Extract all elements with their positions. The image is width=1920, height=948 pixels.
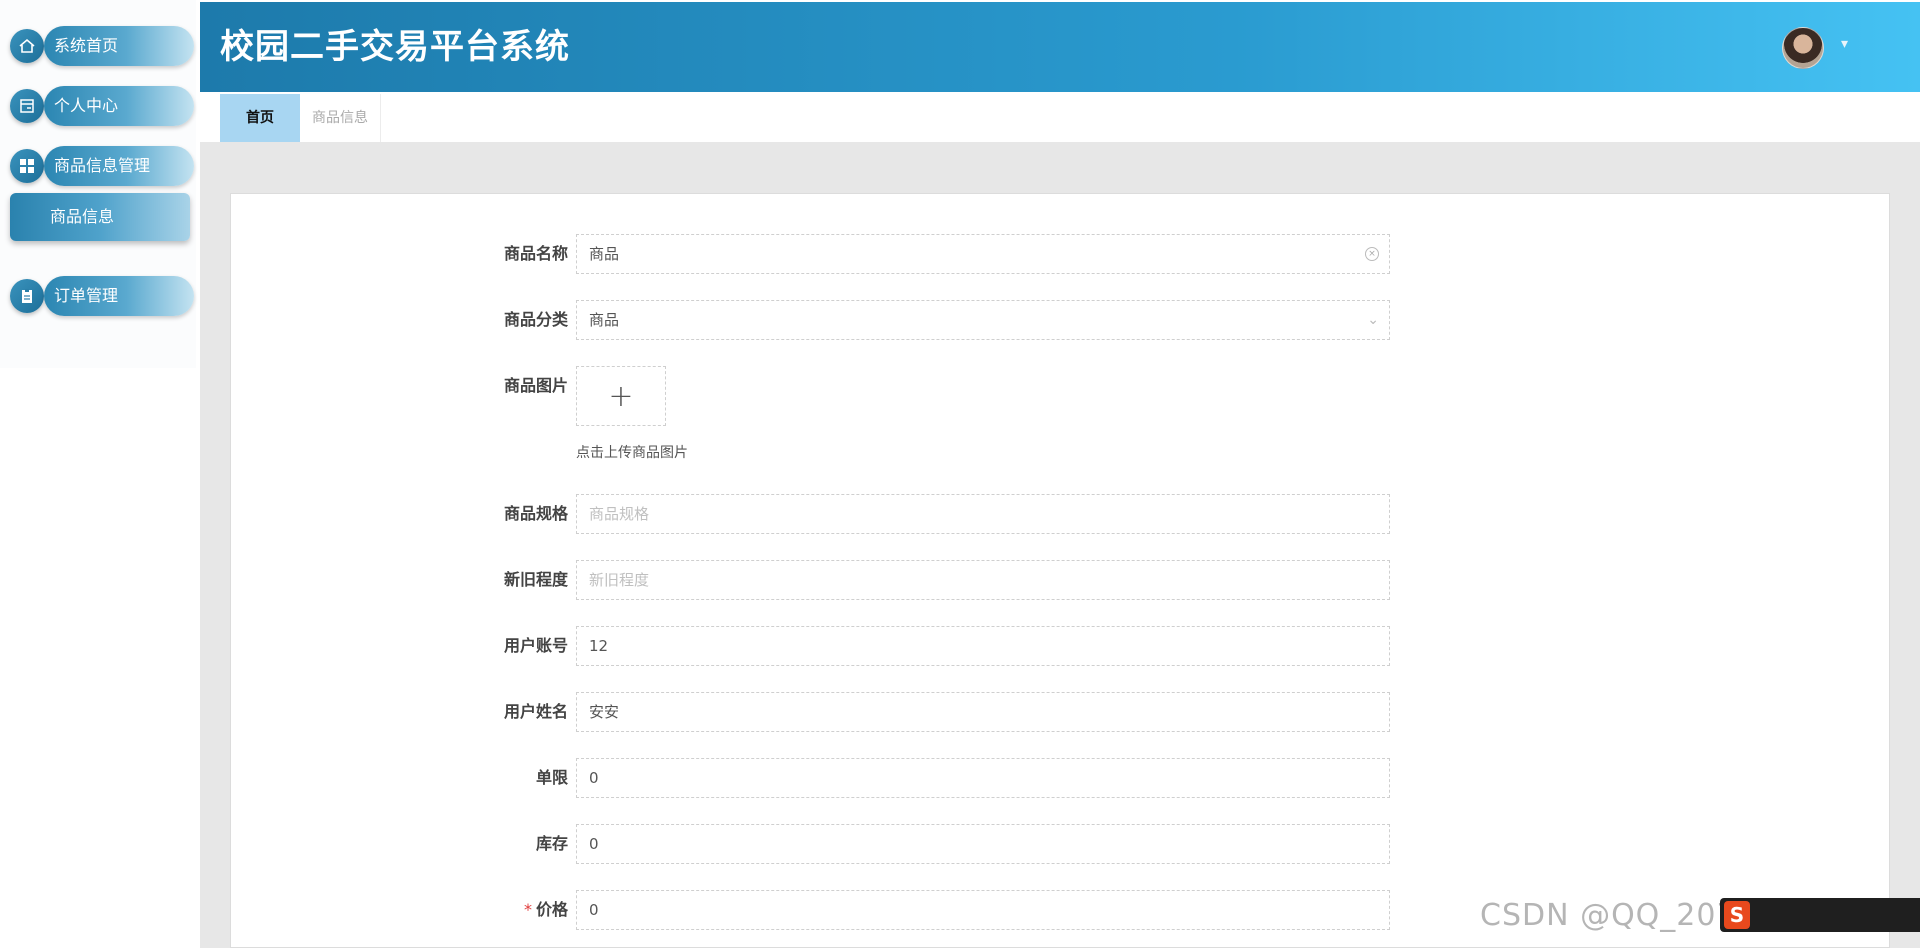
system-tray: S (1720, 898, 1920, 932)
sidebar-item-product-management[interactable]: 商品信息管理 (10, 144, 194, 186)
upload-tip: 点击上传商品图片 (576, 445, 688, 461)
clear-icon[interactable]: × (1365, 247, 1379, 261)
price-label: 价格 (535, 900, 568, 919)
field-label: 商品名称 (503, 244, 568, 263)
user-card-icon (10, 89, 44, 123)
field-label: 用户账号 (503, 636, 568, 655)
top-header: 校园二手交易平台系统 ▾ (200, 2, 1920, 92)
tray-badge[interactable]: S (1724, 901, 1750, 929)
tab-product-info[interactable]: 商品信息 (300, 94, 381, 142)
account-input[interactable]: 12 (576, 626, 1390, 666)
image-upload-button[interactable]: + (576, 366, 666, 426)
field-label: 库存 (535, 834, 568, 853)
form-row-spec: 商品规格 商品规格 (231, 494, 1891, 534)
tab-bar: 首页 商品信息 (200, 92, 1920, 142)
input-value: 商品 (589, 245, 620, 263)
field-label: 商品规格 (503, 504, 568, 523)
form-row-username: 用户姓名 安安 (231, 692, 1891, 732)
sidebar-item-label: 个人中心 (44, 86, 194, 126)
field-label: 商品分类 (503, 310, 568, 329)
plus-icon: + (608, 378, 634, 414)
product-name-input[interactable]: 商品 × (576, 234, 1390, 274)
form-card: 商品名称 商品 × 商品分类 商品 ⌄ 商品图片 + 点击上传商品图片 商品规格… (230, 193, 1890, 948)
home-icon (10, 29, 44, 63)
spec-input[interactable]: 商品规格 (576, 494, 1390, 534)
form-row-stock: 库存 0 (231, 824, 1891, 864)
condition-input[interactable]: 新旧程度 (576, 560, 1390, 600)
sidebar-item-profile[interactable]: 个人中心 (10, 84, 194, 126)
price-input[interactable]: 0 (576, 890, 1390, 930)
sidebar: 系统首页 个人中心 商品信息管理 商品信息 订单管理 (0, 0, 200, 948)
avatar[interactable] (1782, 27, 1824, 69)
chevron-down-icon[interactable]: ▾ (1841, 36, 1848, 52)
username-input[interactable]: 安安 (576, 692, 1390, 732)
chevron-down-icon: ⌄ (1367, 312, 1379, 328)
sidebar-item-label: 系统首页 (44, 26, 194, 66)
select-value: 商品 (589, 311, 620, 329)
sidebar-item-home[interactable]: 系统首页 (10, 24, 194, 66)
grid-icon (10, 149, 44, 183)
category-select[interactable]: 商品 ⌄ (576, 300, 1390, 340)
limit-input[interactable]: 0 (576, 758, 1390, 798)
field-label: 新旧程度 (503, 570, 568, 589)
field-label: 商品图片 (503, 376, 568, 395)
clipboard-icon (10, 279, 44, 313)
form-row-limit: 单限 0 (231, 758, 1891, 798)
sidebar-item-orders[interactable]: 订单管理 (10, 274, 194, 316)
form-row-condition: 新旧程度 新旧程度 (231, 560, 1891, 600)
sidebar-item-label: 订单管理 (44, 276, 194, 316)
field-label: 用户姓名 (503, 702, 568, 721)
app-title: 校园二手交易平台系统 (220, 27, 570, 67)
tab-home[interactable]: 首页 (220, 94, 300, 142)
field-label: * 价格 (231, 890, 568, 930)
field-label: 单限 (535, 768, 568, 787)
form-row-image: 商品图片 (231, 366, 1891, 406)
sidebar-item-label: 商品信息管理 (44, 146, 194, 186)
form-row-category: 商品分类 商品 ⌄ (231, 300, 1891, 340)
submenu-item-product-info[interactable]: 商品信息 (10, 193, 190, 241)
required-mark: * (523, 900, 532, 919)
form-row-account: 用户账号 12 (231, 626, 1891, 666)
stock-input[interactable]: 0 (576, 824, 1390, 864)
form-row-product-name: 商品名称 商品 × (231, 234, 1891, 274)
